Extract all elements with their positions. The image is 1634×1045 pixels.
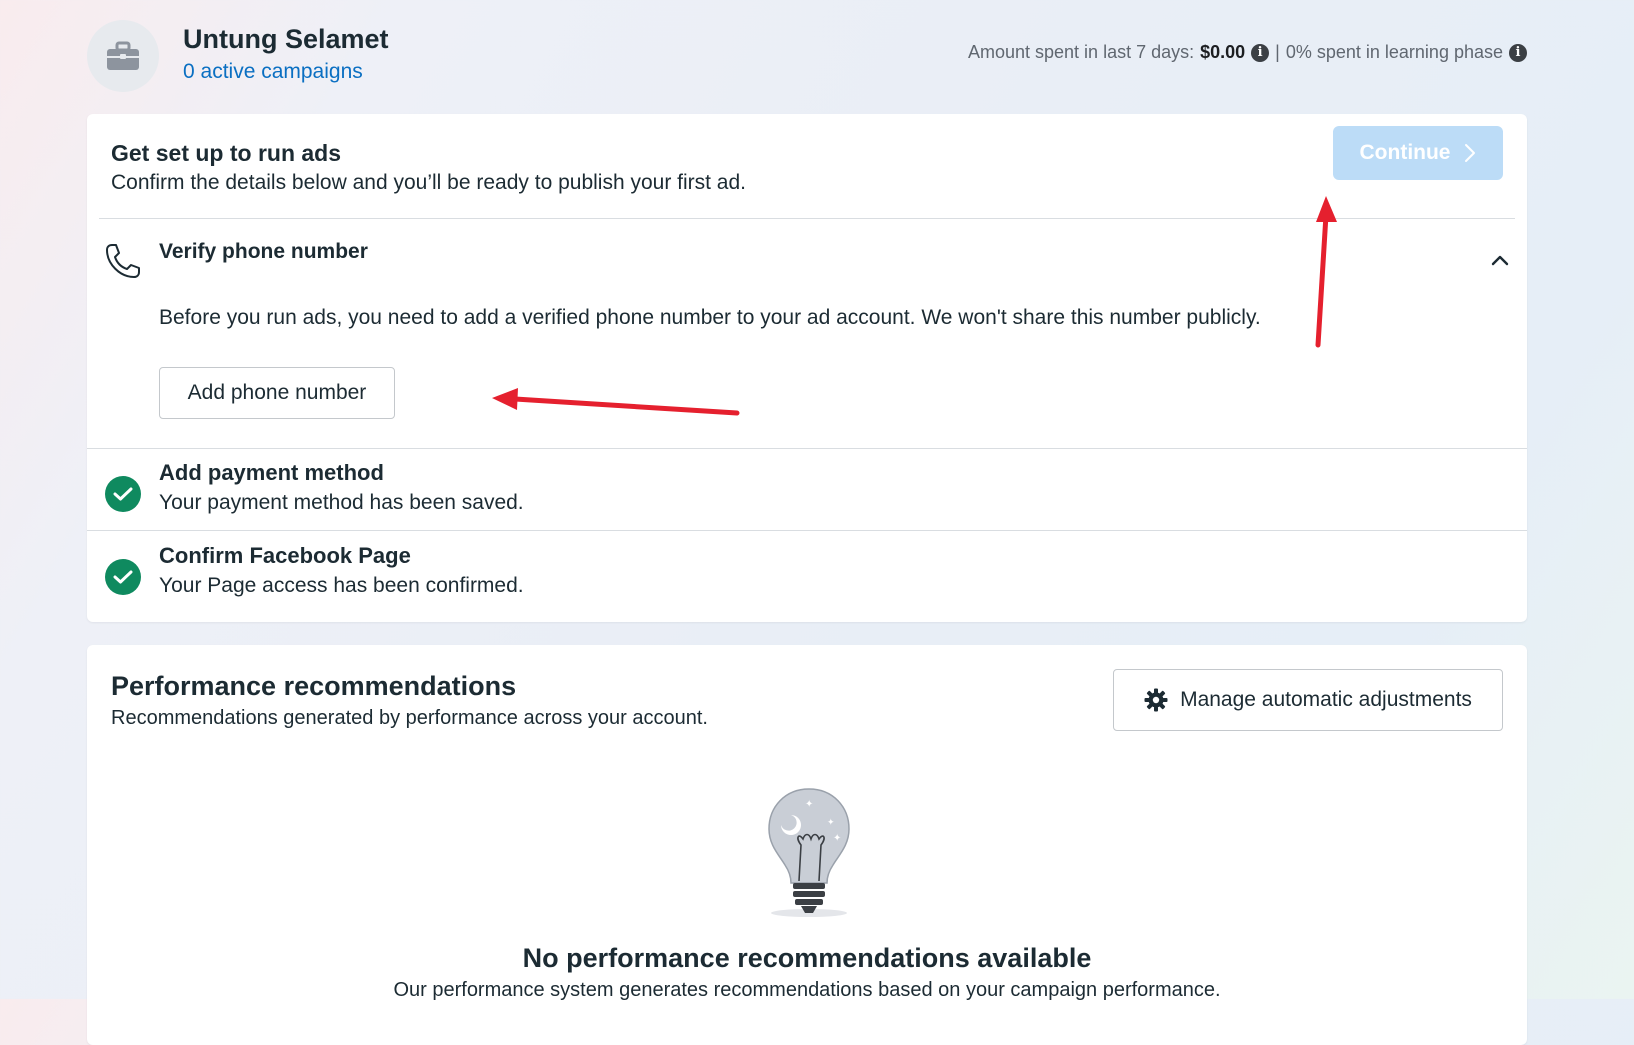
- chevron-up-icon[interactable]: [1489, 249, 1511, 271]
- svg-text:✦: ✦: [833, 833, 841, 844]
- spend-amount: $0.00: [1200, 42, 1246, 62]
- spend-label: Amount spent in last 7 days:: [967, 42, 1195, 62]
- continue-label: Continue: [1359, 141, 1451, 164]
- account-avatar: [87, 20, 159, 92]
- performance-subtitle: Recommendations generated by performance…: [111, 707, 708, 729]
- lightbulb-icon: ✦ ✦ ✦: [768, 788, 850, 917]
- svg-text:✦: ✦: [827, 818, 835, 828]
- setup-title: Get set up to run ads: [111, 140, 342, 166]
- payment-method-description: Your payment method has been saved.: [159, 491, 524, 514]
- verify-phone-description: Before you run ads, you need to add a ve…: [159, 306, 1261, 329]
- manage-label: Manage automatic adjustments: [1180, 688, 1472, 711]
- manage-automatic-adjustments-button[interactable]: Manage automatic adjustments: [1113, 669, 1503, 731]
- add-phone-number-button[interactable]: Add phone number: [159, 367, 395, 419]
- svg-text:✦: ✦: [805, 799, 813, 810]
- confirm-page-title: Confirm Facebook Page: [159, 543, 411, 568]
- performance-title: Performance recommendations: [111, 671, 517, 701]
- account-name: Untung Selamet: [183, 24, 389, 54]
- verify-phone-title[interactable]: Verify phone number: [159, 240, 368, 264]
- chevron-right-icon: [1465, 144, 1476, 162]
- payment-method-title: Add payment method: [159, 460, 384, 485]
- briefcase-icon: [107, 41, 139, 70]
- continue-button[interactable]: Continue: [1333, 126, 1503, 180]
- gear-icon: [1144, 688, 1168, 712]
- account-header: Untung Selamet 0 active campaigns Amount…: [87, 18, 1527, 92]
- active-campaigns-link[interactable]: 0 active campaigns: [183, 60, 363, 84]
- info-icon[interactable]: i: [1509, 43, 1527, 62]
- setup-card: Get set up to run ads Confirm the detail…: [87, 114, 1527, 622]
- info-icon[interactable]: i: [1251, 43, 1270, 62]
- confirm-page-description: Your Page access has been confirmed.: [159, 574, 524, 597]
- check-circle-icon: [105, 476, 141, 512]
- divider: [99, 218, 1515, 219]
- separator: |: [1275, 42, 1280, 62]
- spend-summary: Amount spent in last 7 days: $0.00 i | 0…: [968, 42, 1527, 63]
- divider: [87, 530, 1527, 531]
- empty-state-title: No performance recommendations available: [522, 943, 1092, 973]
- setup-subtitle: Confirm the details below and you’ll be …: [111, 171, 747, 194]
- learning-phase-label: 0% spent in learning phase: [1285, 42, 1503, 62]
- check-circle-icon: [105, 559, 141, 595]
- performance-card: Performance recommendations Recommendati…: [87, 645, 1527, 1045]
- divider: [87, 448, 1527, 449]
- phone-icon: [106, 244, 140, 278]
